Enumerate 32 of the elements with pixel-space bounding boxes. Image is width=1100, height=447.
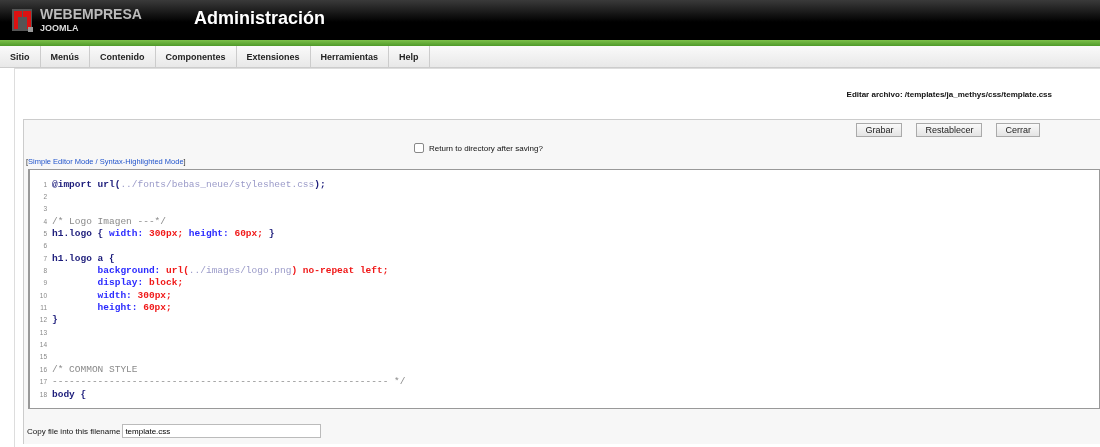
logo-icon (12, 7, 34, 33)
menu-item[interactable]: Help (389, 46, 430, 67)
menu-item[interactable]: Contenido (90, 46, 156, 67)
action-button[interactable]: Restablecer (916, 123, 983, 137)
code-line: body { (52, 388, 87, 400)
code-line: h1.logo a { (52, 252, 115, 264)
code-line: /* COMMON STYLE (52, 363, 138, 375)
code-line: width: 300px; (96, 289, 172, 301)
brand-subtitle: JOOMLA (40, 22, 80, 34)
filename-field[interactable]: template.css (122, 424, 322, 438)
file-heading: Editar archivo: /templates/ja_methys/css/template.css (846, 89, 1052, 99)
code-line: /* Logo Imagen ---*/ (52, 215, 167, 227)
action-button[interactable]: Grabar (856, 123, 903, 137)
checkbox[interactable] (414, 143, 424, 153)
code-line: } (52, 314, 58, 326)
code-line: background: url(../images/logo.png) no-repeat left; (96, 265, 389, 277)
menu-item[interactable]: Menús (40, 46, 90, 67)
code-line: @import url(../fonts/bebas_neue/stylesheet.css); (52, 178, 326, 190)
menu-item[interactable]: Componentes (155, 46, 237, 67)
code-line: h1.logo { width: 300px; height: 60px; } (52, 228, 275, 240)
code-line: ----------------------------------------------------------- */ (52, 376, 406, 388)
menu-item[interactable]: Sitio (0, 46, 41, 67)
code-editor[interactable] (28, 169, 1100, 409)
filename-label: Copy file into this filename (27, 426, 121, 436)
code-line: display: block; (96, 277, 184, 289)
checkbox-label: Return to directory after saving? (429, 143, 543, 153)
action-button[interactable]: Cerrar (996, 123, 1040, 137)
brand-name: WEBEMPRESA (40, 6, 143, 22)
menu-item[interactable]: Herramientas (310, 46, 390, 67)
page-title: Administración (194, 7, 326, 29)
code-line: height: 60px; (96, 302, 172, 314)
menu-item[interactable]: Extensiones (236, 46, 311, 67)
